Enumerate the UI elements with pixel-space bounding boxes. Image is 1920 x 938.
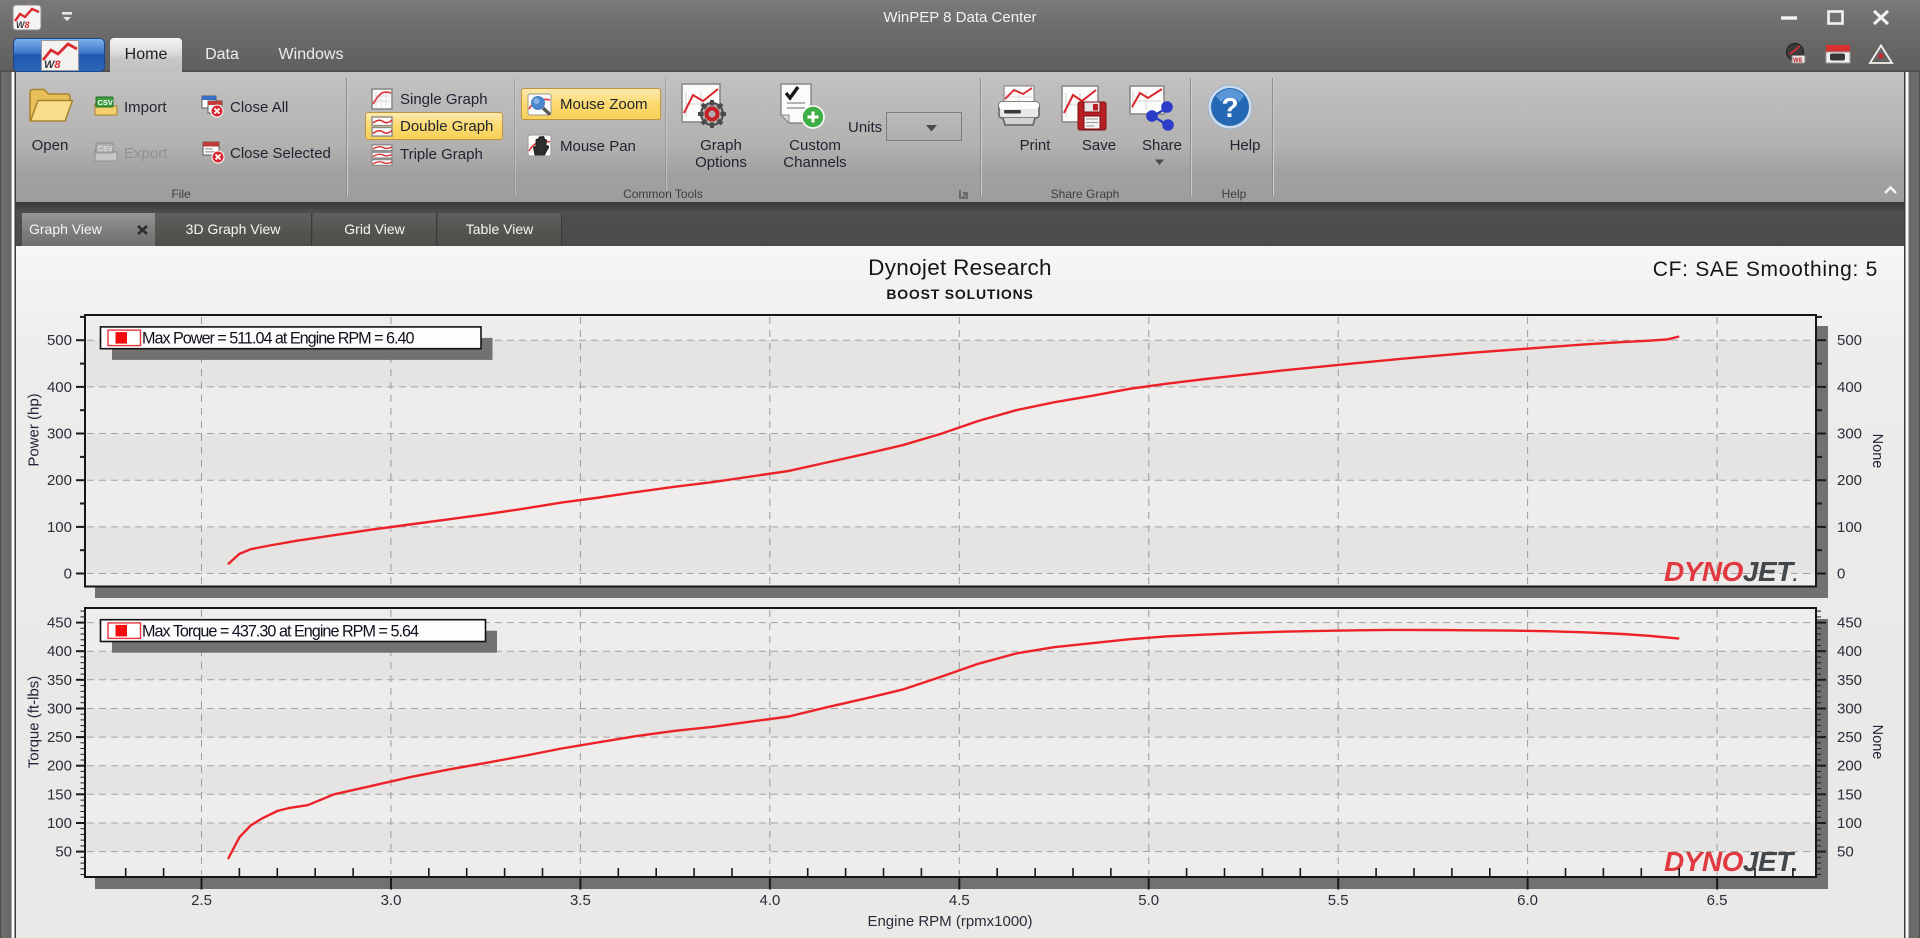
svg-text:CSV: CSV — [98, 98, 113, 107]
svg-text:W8: W8 — [44, 59, 61, 71]
svg-text:150: 150 — [47, 786, 72, 803]
svg-text:Engine RPM (rpmx1000): Engine RPM (rpmx1000) — [867, 913, 1032, 930]
svg-text:?: ? — [1221, 92, 1238, 123]
svg-text:DYNOJET.: DYNOJET. — [1664, 556, 1797, 587]
svg-text:400: 400 — [1837, 643, 1862, 660]
svg-text:50: 50 — [1837, 844, 1854, 861]
svg-text:450: 450 — [47, 615, 72, 632]
svg-text:150: 150 — [1837, 786, 1862, 803]
svg-text:250: 250 — [1837, 729, 1862, 746]
svg-text:2.5: 2.5 — [191, 892, 212, 909]
svg-text:100: 100 — [47, 815, 72, 832]
svg-text:300: 300 — [47, 701, 72, 718]
svg-text:200: 200 — [47, 472, 72, 489]
svg-text:Max Power = 511.04 at Engine R: Max Power = 511.04 at Engine RPM = 6.40 — [142, 330, 415, 348]
svg-text:400: 400 — [47, 379, 72, 396]
svg-text:6.0: 6.0 — [1517, 892, 1538, 909]
svg-text:Max Torque = 437.30 at Engine: Max Torque = 437.30 at Engine RPM = 5.64 — [142, 622, 419, 640]
svg-text:200: 200 — [1837, 472, 1862, 489]
svg-text:200: 200 — [47, 758, 72, 775]
svg-text:0: 0 — [1837, 566, 1845, 583]
svg-text:500: 500 — [47, 332, 72, 349]
svg-text:350: 350 — [1837, 672, 1862, 689]
svg-text:3.5: 3.5 — [570, 892, 591, 909]
svg-text:350: 350 — [47, 672, 72, 689]
svg-text:100: 100 — [1837, 815, 1862, 832]
svg-text:400: 400 — [1837, 379, 1862, 396]
svg-text:450: 450 — [1837, 615, 1862, 632]
svg-text:200: 200 — [1837, 758, 1862, 775]
svg-text:5.5: 5.5 — [1328, 892, 1349, 909]
svg-text:400: 400 — [47, 643, 72, 660]
svg-text:W8: W8 — [1793, 58, 1803, 64]
svg-text:3.0: 3.0 — [381, 892, 402, 909]
svg-text:100: 100 — [1837, 519, 1862, 536]
svg-text:300: 300 — [1837, 701, 1862, 718]
svg-text:DYNOJET.: DYNOJET. — [1664, 846, 1797, 877]
svg-text:100: 100 — [47, 519, 72, 536]
svg-text:500: 500 — [1837, 332, 1862, 349]
svg-text:6.5: 6.5 — [1707, 892, 1728, 909]
svg-text:300: 300 — [47, 426, 72, 443]
svg-text:4.5: 4.5 — [949, 892, 970, 909]
svg-text:4.0: 4.0 — [759, 892, 780, 909]
svg-text:0: 0 — [64, 566, 72, 583]
svg-text:W8: W8 — [16, 20, 30, 30]
svg-text:50: 50 — [55, 844, 72, 861]
svg-text:CSV: CSV — [98, 144, 113, 153]
svg-text:300: 300 — [1837, 426, 1862, 443]
svg-text:5.0: 5.0 — [1138, 892, 1159, 909]
svg-text:250: 250 — [47, 729, 72, 746]
